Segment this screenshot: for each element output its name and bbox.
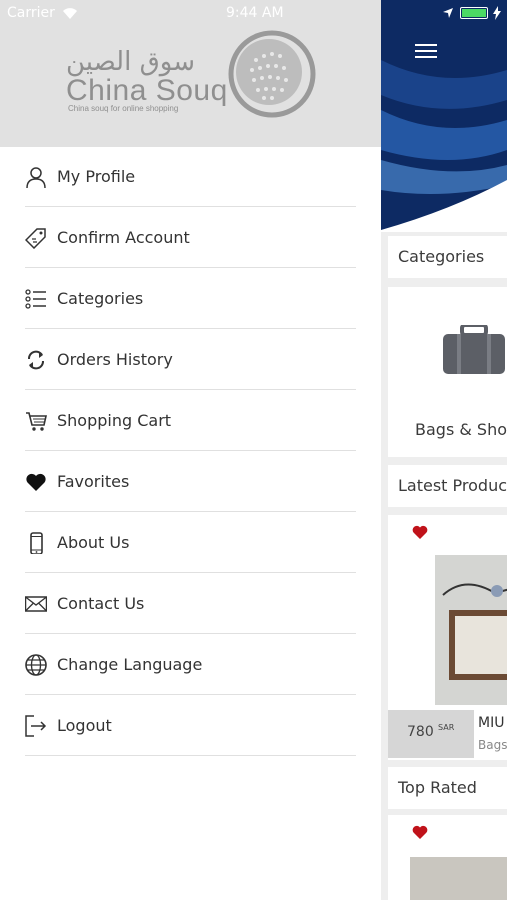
menu-item-orders-history[interactable]: Orders History bbox=[25, 330, 356, 390]
categories-section-title: Categories bbox=[388, 236, 507, 278]
product-card[interactable]: 780 SAR MIU Bags bbox=[388, 515, 507, 760]
menu-item-label: Orders History bbox=[57, 350, 173, 369]
envelope-icon bbox=[25, 596, 47, 612]
menu-item-label: Confirm Account bbox=[57, 228, 190, 247]
menu-item-categories[interactable]: Categories bbox=[25, 269, 356, 329]
latest-products-section-title: Latest Products bbox=[388, 465, 507, 507]
menu-item-label: Favorites bbox=[57, 472, 130, 491]
product-image[interactable] bbox=[435, 555, 507, 705]
tag-icon bbox=[25, 228, 46, 249]
clock-label: 9:44 AM bbox=[226, 5, 284, 21]
logo-arabic-text: سوق الصين bbox=[66, 47, 195, 77]
product-category: Bags bbox=[478, 738, 507, 752]
top-rated-section-title: Top Rated bbox=[388, 767, 507, 809]
favorite-heart-icon[interactable] bbox=[412, 525, 428, 539]
logo-tagline: China souq for online shopping bbox=[68, 104, 179, 113]
menu-item-label: Change Language bbox=[57, 655, 203, 674]
menu-item-label: Logout bbox=[57, 716, 112, 735]
charging-bolt-icon bbox=[493, 6, 501, 20]
status-bar: Carrier 9:44 AM bbox=[0, 0, 507, 28]
price-currency: SAR bbox=[438, 723, 455, 732]
globe-icon bbox=[25, 654, 47, 676]
header-banner bbox=[381, 0, 507, 232]
logo-english-text: China Souq bbox=[66, 74, 228, 107]
menu-item-favorites[interactable]: Favorites bbox=[25, 452, 356, 512]
refresh-icon bbox=[28, 350, 44, 370]
battery-icon bbox=[460, 7, 488, 19]
phone-icon bbox=[30, 532, 43, 554]
menu-toggle-icon[interactable] bbox=[415, 44, 437, 60]
drawer-menu: My Profile Confirm Account Categories Or… bbox=[25, 147, 356, 757]
cart-icon bbox=[26, 412, 47, 431]
favorite-heart-icon[interactable] bbox=[412, 825, 428, 839]
logout-icon bbox=[25, 715, 47, 737]
user-icon bbox=[26, 167, 46, 188]
price-badge: 780 SAR bbox=[388, 710, 474, 758]
menu-item-label: Contact Us bbox=[57, 594, 145, 613]
menu-item-shopping-cart[interactable]: Shopping Cart bbox=[25, 391, 356, 451]
product-image[interactable] bbox=[410, 857, 507, 900]
location-arrow-icon bbox=[443, 8, 453, 18]
product-name: MIU bbox=[478, 715, 505, 731]
menu-item-my-profile[interactable]: My Profile bbox=[25, 147, 356, 207]
menu-item-contact-us[interactable]: Contact Us bbox=[25, 574, 356, 634]
menu-item-label: Shopping Cart bbox=[57, 411, 172, 430]
heart-icon bbox=[26, 473, 46, 491]
list-icon bbox=[25, 289, 46, 309]
menu-item-about-us[interactable]: About Us bbox=[25, 513, 356, 573]
carrier-label: Carrier bbox=[7, 5, 55, 21]
price-value: 780 bbox=[407, 724, 434, 740]
menu-item-label: About Us bbox=[57, 533, 130, 552]
navigation-drawer: سوق الصين China Souq China souq for onli… bbox=[0, 0, 381, 900]
menu-item-change-language[interactable]: Change Language bbox=[25, 635, 356, 695]
category-card[interactable]: Bags & Shoes bbox=[388, 287, 507, 457]
home-screen: Categories Bags & Shoes Latest Products … bbox=[381, 0, 507, 900]
menu-item-confirm-account[interactable]: Confirm Account bbox=[25, 208, 356, 268]
category-label: Bags & Shoes bbox=[415, 420, 507, 439]
menu-item-label: Categories bbox=[57, 289, 144, 308]
briefcase-icon bbox=[443, 325, 505, 374]
wifi-icon bbox=[63, 8, 77, 19]
menu-item-label: My Profile bbox=[57, 167, 136, 186]
top-rated-card[interactable] bbox=[388, 815, 507, 900]
menu-item-logout[interactable]: Logout bbox=[25, 696, 356, 756]
